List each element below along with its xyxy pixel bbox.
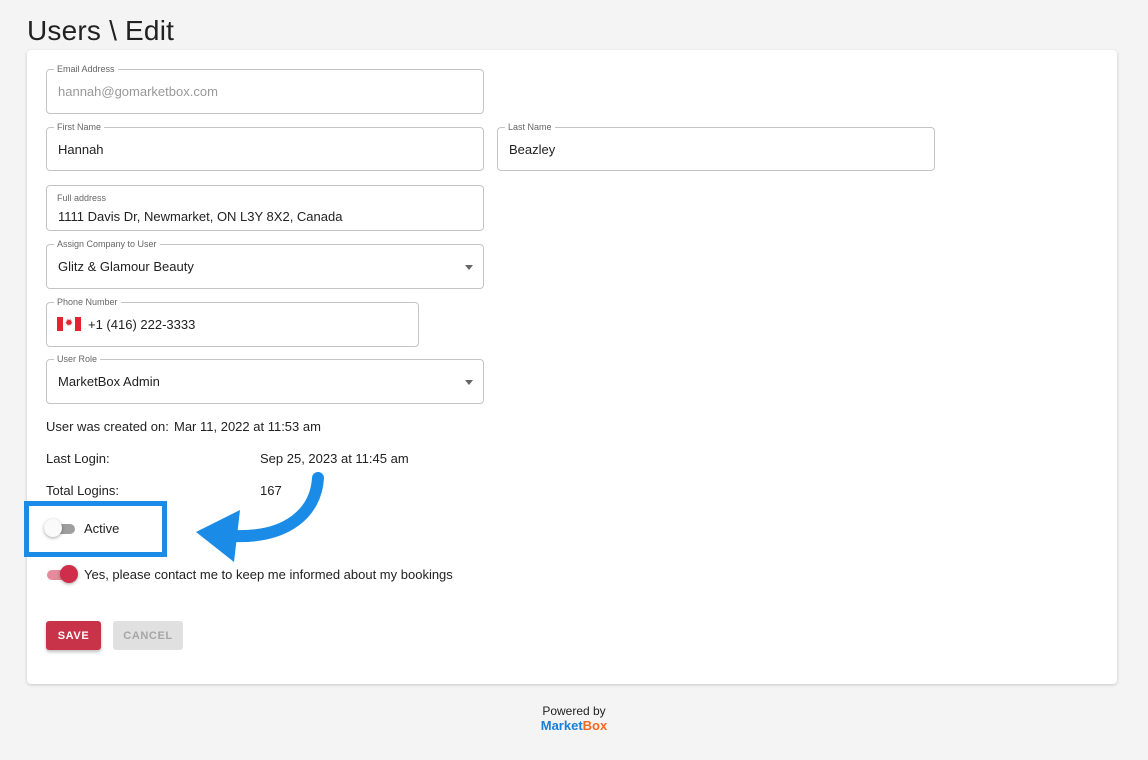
phone-field-label: Phone Number — [54, 296, 121, 308]
role-select[interactable]: User Role MarketBox Admin — [46, 353, 484, 404]
first-name-field[interactable]: First Name Hannah — [46, 121, 484, 171]
company-select-label: Assign Company to User — [54, 238, 160, 250]
last-login-value: Sep 25, 2023 at 11:45 am — [260, 451, 409, 466]
annotation-arrow-icon — [196, 472, 324, 562]
edit-user-card: Email Address hannah@gomarketbox.com Fir… — [27, 50, 1117, 684]
first-name-field-value: Hannah — [58, 142, 104, 157]
contact-toggle-label: Yes, please contact me to keep me inform… — [84, 567, 453, 582]
created-label: User was created on: — [46, 419, 169, 434]
email-field-label: Email Address — [54, 63, 118, 75]
powered-by-text: Powered by — [542, 704, 606, 718]
last-name-field-value: Beazley — [509, 142, 556, 157]
company-select-value: Glitz & Glamour Beauty — [58, 259, 194, 274]
save-button[interactable]: SAVE — [46, 621, 101, 650]
role-select-value: MarketBox Admin — [58, 374, 160, 389]
logo-box-text: Box — [582, 718, 608, 733]
role-select-label: User Role — [54, 353, 101, 365]
canada-flag-icon[interactable]: ✹ — [57, 317, 81, 331]
first-name-field-label: First Name — [54, 121, 105, 133]
cancel-button[interactable]: CANCEL — [113, 621, 183, 650]
address-field-label: Full address — [54, 192, 110, 204]
dropdown-arrow-icon[interactable] — [465, 264, 473, 270]
address-field-value: 1111 Davis Dr, Newmarket, ON L3Y 8X2, Ca… — [58, 209, 343, 224]
dropdown-arrow-icon[interactable] — [465, 379, 473, 385]
last-name-field[interactable]: Last Name Beazley — [497, 121, 935, 171]
page-title: Users \ Edit — [27, 15, 175, 46]
contact-toggle[interactable] — [44, 564, 78, 584]
logo-market-text: Market — [540, 718, 583, 733]
email-field-value: hannah@gomarketbox.com — [58, 84, 218, 99]
address-field[interactable]: Full address 1111 Davis Dr, Newmarket, O… — [46, 185, 484, 231]
email-field[interactable]: Email Address hannah@gomarketbox.com — [46, 63, 484, 114]
created-value: Mar 11, 2022 at 11:53 am — [174, 419, 321, 434]
marketbox-logo: MarketBox — [0, 718, 1148, 733]
total-logins-label: Total Logins: — [46, 483, 119, 498]
annotation-highlight-box — [24, 501, 167, 557]
last-login-label: Last Login: — [46, 451, 110, 466]
company-select[interactable]: Assign Company to User Glitz & Glamour B… — [46, 238, 484, 289]
last-name-field-label: Last Name — [505, 121, 555, 133]
phone-field[interactable]: Phone Number ✹ +1 (416) 222-3333 — [46, 296, 419, 347]
phone-field-value: +1 (416) 222-3333 — [88, 317, 196, 332]
